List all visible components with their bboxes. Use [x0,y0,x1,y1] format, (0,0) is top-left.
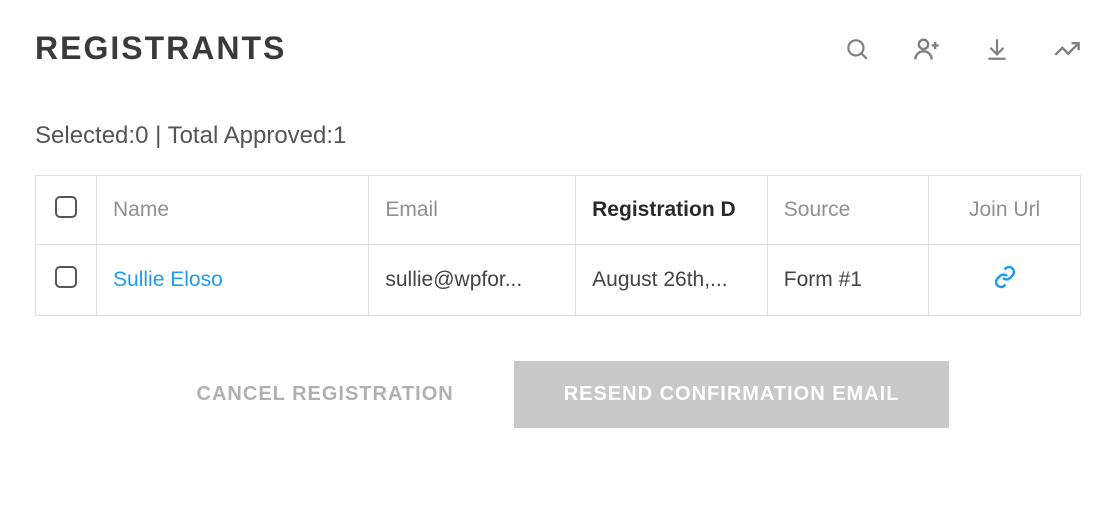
row-checkbox[interactable] [55,266,77,288]
header-join-url[interactable]: Join Url [929,176,1080,245]
selected-label: Selected: [35,122,135,149]
cancel-registration-button[interactable]: CANCEL REGISTRATION [167,361,484,428]
resend-confirmation-button[interactable]: RESEND CONFIRMATION EMAIL [514,361,950,428]
header-email[interactable]: Email [369,176,576,245]
row-source-cell: Form #1 [767,245,928,316]
registrant-name-link[interactable]: Sullie Eloso [113,268,223,291]
header-registration-date[interactable]: Registration D [576,176,768,245]
table-header-row: Name Email Registration D Source Join Ur… [36,176,1080,245]
row-name-cell: Sullie Eloso [97,245,369,316]
stats-separator: | [148,122,167,149]
header-row: REGISTRANTS [35,30,1081,67]
row-join-url-cell [929,245,1080,316]
select-all-checkbox[interactable] [55,196,77,218]
header-name[interactable]: Name [97,176,369,245]
row-checkbox-cell [36,245,97,316]
stats-row: Selected:0 | Total Approved:1 [35,122,1081,150]
download-icon[interactable] [983,35,1011,63]
row-email-cell: sullie@wpfor... [369,245,576,316]
search-icon[interactable] [843,35,871,63]
analytics-icon[interactable] [1053,35,1081,63]
toolbar-icons [843,35,1081,63]
registrants-table: Name Email Registration D Source Join Ur… [36,176,1080,315]
header-source[interactable]: Source [767,176,928,245]
table-row: Sullie Eloso sullie@wpfor... August 26th… [36,245,1080,316]
total-approved-label: Total Approved: [168,122,333,149]
page-title: REGISTRANTS [35,30,286,67]
add-person-icon[interactable] [913,35,941,63]
total-approved-count: 1 [333,122,346,149]
registrants-table-container: Name Email Registration D Source Join Ur… [35,175,1081,316]
selected-count: 0 [135,122,148,149]
row-registration-date-cell: August 26th,... [576,245,768,316]
join-url-link-icon[interactable] [993,271,1017,294]
footer-buttons: CANCEL REGISTRATION RESEND CONFIRMATION … [35,361,1081,428]
header-checkbox-cell [36,176,97,245]
